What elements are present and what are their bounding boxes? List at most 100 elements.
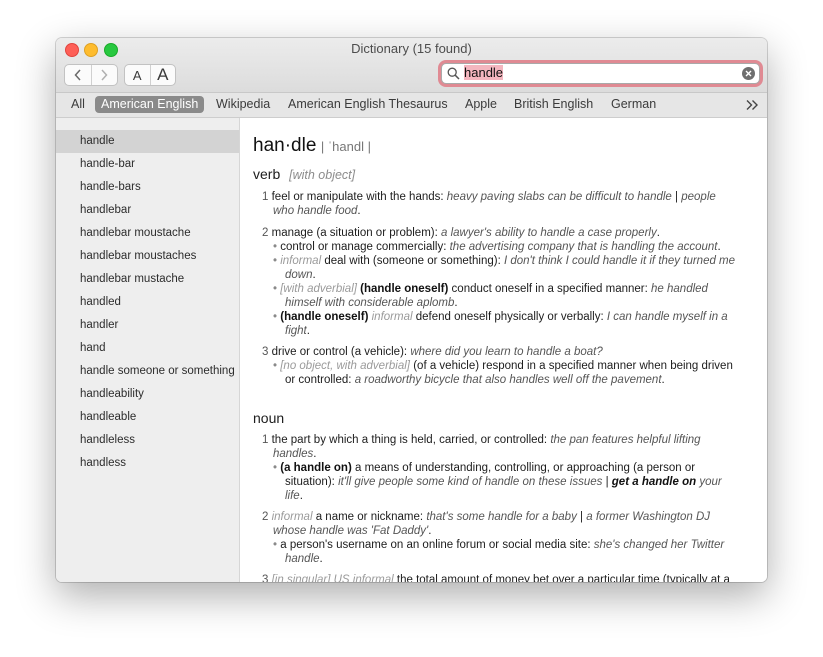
search-input-text: handle — [464, 65, 504, 80]
headword: han·dle — [253, 135, 317, 156]
sense-number: 1 — [262, 191, 269, 203]
bullet: • — [273, 311, 278, 323]
sense-example: handles — [273, 448, 314, 460]
scope-tab-american-english[interactable]: American English — [95, 96, 205, 113]
scope-tab-american-english-thesaurus[interactable]: American English Thesaurus — [288, 96, 448, 113]
sense-number: 3 — [262, 574, 269, 582]
pronunciation: | ˈhandl | — [320, 139, 371, 154]
sidebar-item-hand[interactable]: hand — [56, 337, 239, 360]
sense-definition: deal with (someone or something): — [324, 255, 501, 267]
noun-subsense-1a: • (a handle on) a means of understanding… — [273, 461, 695, 475]
chevron-right-icon — [101, 69, 108, 81]
sense-number: 1 — [262, 434, 269, 446]
sidebar-item-handlebar-moustaches[interactable]: handlebar moustaches — [56, 245, 239, 268]
punctuation: . — [454, 297, 458, 309]
sidebar-item-handled[interactable]: handled — [56, 291, 239, 314]
sense-definition: or controlled: — [285, 374, 352, 386]
scope-tab-apple[interactable]: Apple — [465, 96, 497, 113]
sense-definition: a person's username on an online forum o… — [280, 539, 591, 551]
bullet: • — [273, 255, 278, 267]
search-field[interactable]: handle — [441, 63, 760, 84]
bullet: • — [273, 241, 278, 253]
sense-example: heavy paving slabs can be difficult to h… — [446, 191, 672, 203]
sidebar-item-handle[interactable]: handle — [56, 130, 239, 153]
sense-definition: defend oneself physically or verbally: — [415, 311, 604, 323]
scope-tab-all[interactable]: All — [71, 96, 85, 113]
sense-definition: control or manage commercially: — [280, 241, 447, 253]
verb-subsense-3a-cont: or controlled: a roadworthy bicycle that… — [285, 373, 665, 387]
sidebar-item-handleability[interactable]: handleability — [56, 383, 239, 406]
sidebar-item-handlebar-mustache[interactable]: handlebar mustache — [56, 268, 239, 291]
punctuation: . — [717, 241, 721, 253]
sidebar-item-handler[interactable]: handler — [56, 314, 239, 337]
sense-example: whose handle was 'Fat Daddy' — [273, 525, 429, 537]
sense-example: I can handle myself in a — [606, 311, 728, 323]
sidebar-item-handless[interactable]: handless — [56, 452, 239, 475]
back-button[interactable] — [65, 65, 91, 85]
noun-subsense-1a-cont: situation): it'll give people some kind … — [285, 475, 722, 489]
verb-subsense-2d: • (handle oneself) informal defend onese… — [273, 310, 728, 324]
sense-example: your — [699, 476, 722, 488]
scope-tab-german[interactable]: German — [611, 96, 656, 113]
font-larger-button[interactable]: A — [149, 65, 176, 85]
verb-subsense-3a: • [no object, with adverbial] (of a vehi… — [273, 359, 733, 373]
forward-button[interactable] — [90, 65, 118, 85]
sidebar-item-handlebar[interactable]: handlebar — [56, 199, 239, 222]
verb-sense-3: 3 drive or control (a vehicle): where di… — [262, 345, 603, 359]
sense-definition: the total amount of money bet over a par… — [396, 574, 730, 582]
verb-subsense-2b: • informal deal with (someone or somethi… — [273, 254, 735, 268]
punctuation: . — [299, 490, 303, 502]
verb-subsense-2a: • control or manage commercially: the ad… — [273, 240, 721, 254]
noun-sense-2-cont: whose handle was 'Fat Daddy'. — [273, 524, 431, 538]
sense-example: where did you learn to handle a boat? — [410, 346, 603, 358]
noun-sense-2: 2 informal a name or nickname: that's so… — [262, 510, 710, 524]
sidebar-item-handlebar-moustache[interactable]: handlebar moustache — [56, 222, 239, 245]
sense-example: a roadworthy bicycle that also handles w… — [354, 374, 662, 386]
sense-definition: manage (a situation or problem): — [271, 227, 438, 239]
register-label: informal — [280, 255, 322, 267]
definition-pane: han·dle | ˈhandl | verb [with object] 1 … — [240, 118, 767, 582]
clear-circle-icon[interactable] — [742, 67, 755, 80]
sense-example: people — [681, 191, 716, 203]
sense-example: the advertising company that is handling… — [449, 241, 718, 253]
sense-definition: drive or control (a vehicle): — [271, 346, 408, 358]
example-separator: | — [605, 476, 609, 488]
noun-heading: noun — [253, 410, 284, 428]
source-scope-bar: All American English Wikipedia American … — [56, 93, 767, 118]
bullet: • — [273, 360, 278, 372]
verb-sense-1: 1 feel or manipulate with the hands: hea… — [262, 190, 716, 204]
bullet: • — [273, 539, 278, 551]
punctuation: . — [661, 374, 665, 386]
sidebar-item-handle-bar[interactable]: handle-bar — [56, 153, 239, 176]
verb-sense-1-cont: who handle food. — [273, 204, 361, 218]
sense-definition: the part by which a thing is held, carri… — [271, 434, 548, 446]
sense-number: 2 — [262, 511, 269, 523]
sense-definition: feel or manipulate with the hands: — [271, 191, 444, 203]
sense-example: that's some handle for a baby — [426, 511, 577, 523]
sense-example: life — [285, 490, 300, 502]
sense-example: she's changed her Twitter — [593, 539, 725, 551]
sense-definition: (of a vehicle) respond in a specified ma… — [413, 360, 733, 372]
scope-tab-wikipedia[interactable]: Wikipedia — [216, 96, 270, 113]
double-chevron-right-icon[interactable] — [745, 99, 759, 111]
sense-example: himself with considerable aplomb — [285, 297, 455, 309]
window-title: Dictionary (15 found) — [351, 41, 472, 56]
noun-sense-1: 1 the part by which a thing is held, car… — [262, 433, 701, 447]
sidebar-item-handleable[interactable]: handleable — [56, 406, 239, 429]
grammar-label: [no object, with adverbial] — [280, 360, 411, 372]
sidebar-item-handle-bars[interactable]: handle-bars — [56, 176, 239, 199]
results-sidebar: handle handle-bar handle-bars handlebar … — [56, 118, 240, 582]
scope-tab-british-english[interactable]: British English — [514, 96, 593, 113]
sense-definition: situation): — [285, 476, 335, 488]
sidebar-item-handle-someone-or-something[interactable]: handle someone or something — [56, 360, 239, 383]
idiom-example: get a handle on — [611, 476, 697, 488]
sidebar-item-handleless[interactable]: handleless — [56, 429, 239, 452]
sense-example: he handled — [651, 283, 708, 295]
noun-subsense-2a-cont: handle. — [285, 552, 323, 566]
punctuation: . — [357, 205, 361, 217]
grammar-label: [with object] — [289, 168, 356, 182]
font-smaller-button[interactable]: A — [125, 65, 150, 85]
part-of-speech: noun — [253, 410, 285, 426]
search-input[interactable]: handle — [464, 65, 736, 81]
verb-subsense-2b-cont: down. — [285, 268, 316, 282]
